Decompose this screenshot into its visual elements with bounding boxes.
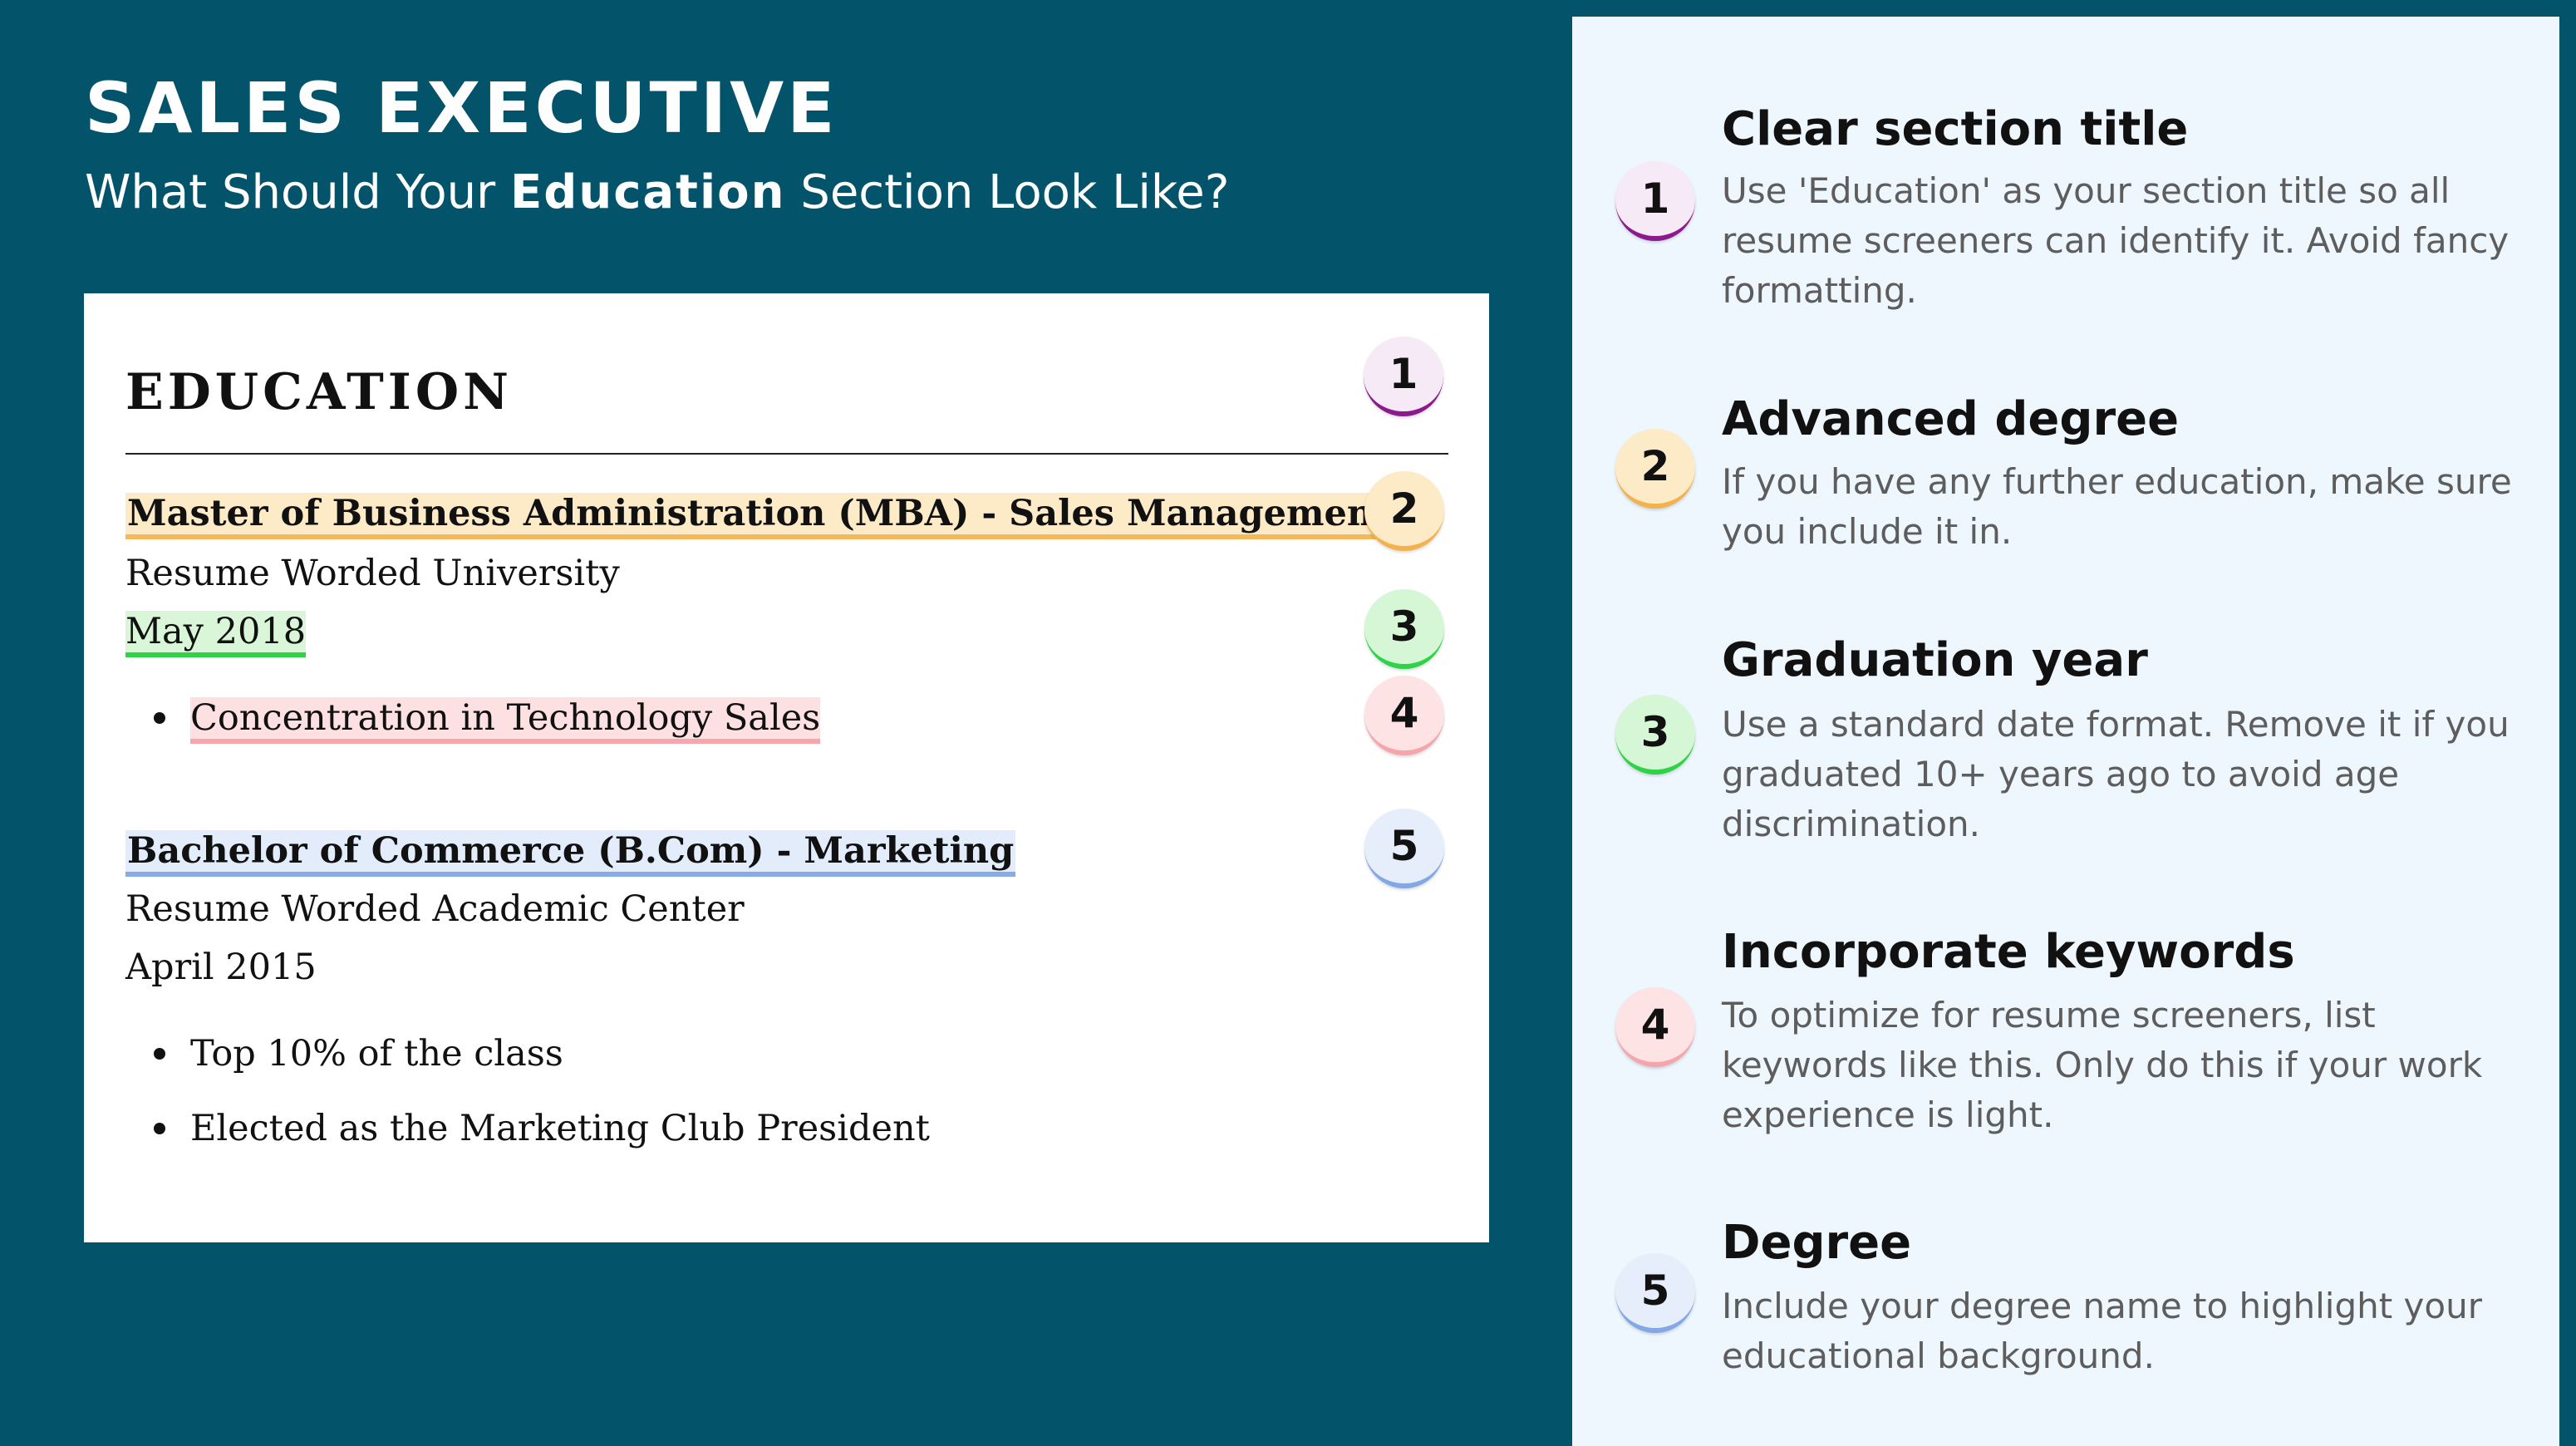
tip-5-title: Degree bbox=[1722, 1216, 1912, 1270]
school-2: Resume Worded Academic Center bbox=[125, 888, 745, 930]
bullet-dot bbox=[154, 712, 165, 724]
tip-2-title: Advanced degree bbox=[1722, 392, 2180, 446]
badge-5: 5 bbox=[1364, 809, 1444, 888]
tip-5-body: Include your degree name to highlight yo… bbox=[1722, 1286, 2482, 1376]
degree-2: Bachelor of Commerce (B.Com) - Marketing bbox=[125, 827, 1016, 877]
bullet-1-1-text: Concentration in Technology Sales bbox=[190, 697, 821, 744]
tip-4-body: To optimize for resume screeners, list k… bbox=[1722, 995, 2483, 1135]
bullet-dot bbox=[154, 1048, 165, 1060]
date-1-value: May 2018 bbox=[125, 611, 307, 657]
bullet-2-1: Top 10% of the class bbox=[125, 1030, 563, 1078]
tip-3-badge: 3 bbox=[1615, 695, 1695, 775]
education-section-title: EDUCATION bbox=[125, 363, 513, 421]
subtitle-prefix: What Should Your bbox=[85, 165, 510, 219]
school-1: Resume Worded University bbox=[125, 553, 620, 594]
date-2: April 2015 bbox=[125, 947, 317, 988]
tip-1-body: Use 'Education' as your section title so… bbox=[1722, 170, 2510, 311]
bullet-1-1: Concentration in Technology Sales bbox=[125, 694, 821, 744]
degree-1-name: Master of Business Administration (MBA) … bbox=[125, 493, 1391, 539]
tip-4-title: Incorporate keywords bbox=[1722, 925, 2295, 979]
badge-4: 4 bbox=[1364, 676, 1444, 755]
tip-2-body: If you have any further education, make … bbox=[1722, 461, 2512, 552]
bullet-2-2-text: Elected as the Marketing Club President bbox=[190, 1108, 930, 1149]
page-title: SALES EXECUTIVE bbox=[85, 67, 838, 149]
bullet-2-2: Elected as the Marketing Club President bbox=[125, 1104, 930, 1153]
resume-example-card: EDUCATION 1 Master of Business Administr… bbox=[84, 293, 1489, 1242]
section-divider bbox=[125, 453, 1448, 455]
tip-4-badge: 4 bbox=[1615, 987, 1695, 1067]
badge-2: 2 bbox=[1364, 471, 1444, 551]
badge-3: 3 bbox=[1364, 589, 1444, 669]
tip-3-title: Graduation year bbox=[1722, 633, 2148, 687]
page-header: SALES EXECUTIVE What Should Your Educati… bbox=[85, 73, 1229, 216]
subtitle-bold: Education bbox=[509, 165, 786, 219]
badge-1: 1 bbox=[1364, 337, 1443, 416]
bullet-2-1-text: Top 10% of the class bbox=[190, 1033, 563, 1075]
tip-3-body: Use a standard date format. Remove it if… bbox=[1722, 704, 2510, 844]
bullet-dot bbox=[154, 1123, 165, 1134]
degree-2-name: Bachelor of Commerce (B.Com) - Marketing bbox=[125, 830, 1016, 877]
tip-1-title: Clear section title bbox=[1722, 102, 2189, 156]
subtitle-suffix: Section Look Like? bbox=[785, 165, 1230, 219]
tip-2-badge: 2 bbox=[1615, 429, 1695, 509]
degree-1: Master of Business Administration (MBA) … bbox=[125, 489, 1391, 539]
tips-panel: 1 Clear section title Use 'Education' as… bbox=[1572, 17, 2559, 1446]
date-1: May 2018 bbox=[125, 607, 307, 657]
page-subtitle: What Should Your Education Section Look … bbox=[85, 170, 1229, 216]
tip-1-badge: 1 bbox=[1615, 161, 1695, 241]
tip-5-badge: 5 bbox=[1615, 1253, 1695, 1333]
